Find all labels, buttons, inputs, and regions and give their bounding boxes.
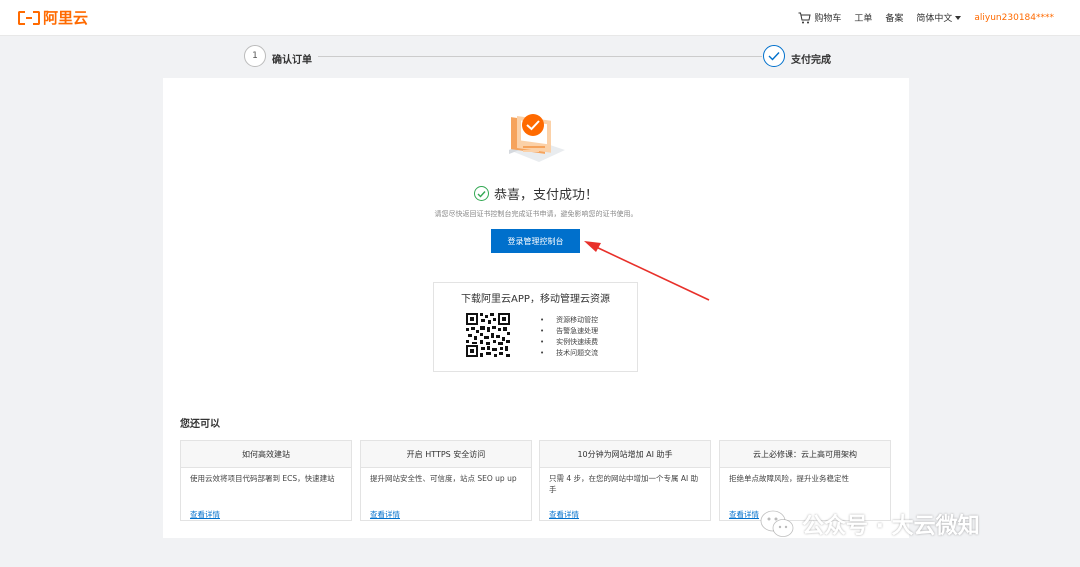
app-feature-list: 资源移动管控 告警急速处理 实例快速续费 技术问题交流 (540, 315, 598, 359)
recommend-card-title: 云上必修课：云上高可用架构 (720, 441, 890, 468)
app-qr-code-icon (466, 313, 510, 357)
step-2-check-icon (763, 45, 785, 67)
aliyun-logo[interactable]: 阿里云 (18, 7, 88, 28)
wechat-icon (760, 510, 794, 538)
language-selector[interactable]: 简体中文 (916, 11, 962, 24)
recommend-card-desc: 拒绝单点故障风险，提升业务稳定性 (729, 474, 849, 483)
recommend-card-title: 10分钟为网站增加 AI 助手 (540, 441, 710, 468)
watermark-text: 公众号 · 大云微知 (802, 514, 980, 539)
chevron-down-icon (955, 15, 962, 20)
list-item: 资源移动管控 (540, 315, 598, 326)
recommend-card-desc: 提升网站安全性、可信度，站点 SEO up up (370, 474, 517, 483)
top-navigation-bar: 阿里云 购物车 工单 备案 简体中文 aliyun230184**** (0, 0, 1080, 36)
step-connector (318, 56, 762, 57)
header-nav: 购物车 工单 备案 简体中文 aliyun230184**** (785, 11, 1054, 24)
more-section-title: 您还可以 (180, 419, 220, 430)
recommend-card-https: 开启 HTTPS 安全访问 提升网站安全性、可信度，站点 SEO up up 查… (360, 440, 532, 521)
success-hint: 请您尽快返回证书控制台完成证书申请，避免影响您的证书使用。 (434, 210, 638, 218)
view-details-link[interactable]: 查看详情 (729, 510, 759, 519)
recommend-card-desc: 使用云效将项目代码部署到 ECS，快速建站 (190, 474, 335, 483)
app-download-title: 下载阿里云APP，移动管理云资源 (461, 294, 610, 305)
progress-steps: 1 确认订单 支付完成 (0, 36, 1080, 78)
list-item: 技术问题交流 (540, 348, 598, 359)
cart-label: 购物车 (814, 14, 842, 24)
ticket-link[interactable]: 工单 (854, 11, 872, 24)
aliyun-logo-icon (18, 10, 40, 25)
view-details-link[interactable]: 查看详情 (549, 510, 579, 519)
login-console-button[interactable]: 登录管理控制台 (491, 229, 580, 253)
step-1-label: 确认订单 (272, 55, 312, 66)
success-check-icon (473, 186, 489, 201)
cart-link[interactable]: 购物车 (798, 11, 841, 24)
recommend-card-desc: 只需 4 步，在您的网站中增加一个专属 AI 助手 (549, 474, 699, 494)
filing-link[interactable]: 备案 (885, 11, 903, 24)
wechat-watermark: 公众号 · 大云微知 (760, 508, 980, 540)
step-2-label: 支付完成 (791, 55, 831, 66)
language-label: 简体中文 (916, 14, 953, 24)
view-details-link[interactable]: 查看详情 (190, 510, 220, 519)
recommend-card-website: 如何高效建站 使用云效将项目代码部署到 ECS，快速建站 查看详情 (180, 440, 352, 521)
user-account-link[interactable]: aliyun230184**** (974, 13, 1054, 23)
app-download-box: 下载阿里云APP，移动管理云资源 • 资源移动管控 • 告警急速处理 • 实例快… (433, 282, 638, 372)
list-item: 告警急速处理 (540, 326, 598, 337)
success-message: 恭喜，支付成功！ (163, 184, 909, 203)
brand-name: 阿里云 (43, 9, 89, 27)
payment-result-card: 恭喜，支付成功！ 请您尽快返回证书控制台完成证书申请，避免影响您的证书使用。 登… (163, 78, 909, 538)
payment-success-illustration (503, 110, 569, 168)
recommend-card-title: 如何高效建站 (181, 441, 351, 468)
recommend-card-ai-assistant: 10分钟为网站增加 AI 助手 只需 4 步，在您的网站中增加一个专属 AI 助… (539, 440, 711, 521)
cart-icon (798, 12, 814, 24)
view-details-link[interactable]: 查看详情 (370, 510, 400, 519)
success-title: 恭喜，支付成功！ (493, 188, 598, 203)
step-1-circle: 1 (244, 45, 266, 67)
recommend-card-title: 开启 HTTPS 安全访问 (361, 441, 531, 468)
list-item: 实例快速续费 (540, 337, 598, 348)
